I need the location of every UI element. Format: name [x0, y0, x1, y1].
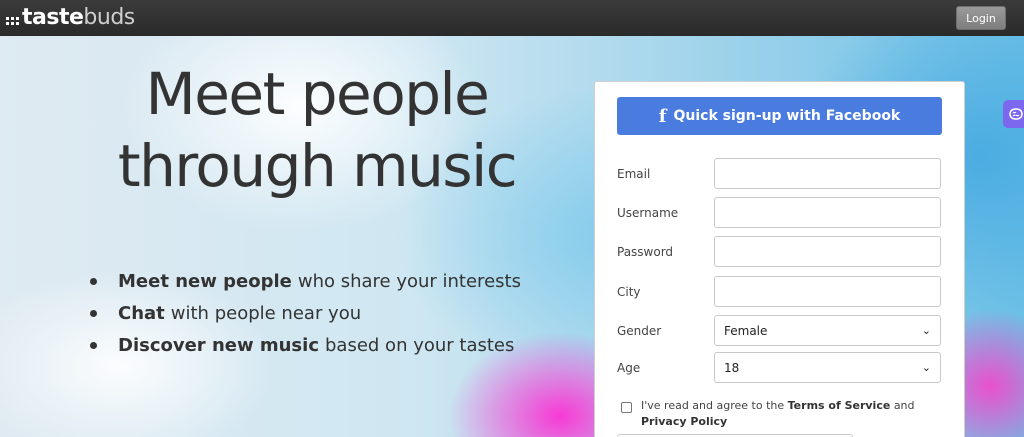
age-label: Age — [617, 360, 641, 375]
city-field[interactable] — [714, 276, 941, 307]
email-field[interactable] — [714, 158, 941, 189]
tastebuds-logo[interactable]: tastebuds — [6, 7, 135, 29]
password-field[interactable] — [714, 236, 941, 267]
hero-headline: Meet people through music — [82, 58, 552, 202]
feature-item: Chat with people near you — [90, 297, 521, 329]
top-navigation-bar: tastebuds Login — [0, 0, 1024, 36]
terms-checkbox[interactable] — [621, 402, 632, 413]
terms-and-text: and — [893, 399, 915, 412]
feature-item: Meet new people who share your interests — [90, 265, 521, 297]
terms-prefix-text: I've read and agree to the — [641, 399, 785, 412]
email-label: Email — [617, 166, 651, 181]
feature-text: based on your tastes — [325, 334, 515, 356]
headline-line-1: Meet people — [145, 60, 490, 128]
feature-text: with people near you — [170, 302, 362, 324]
gender-label: Gender — [617, 323, 662, 338]
bullet-icon — [90, 341, 97, 349]
privacy-policy-link[interactable]: Privacy Policy — [641, 415, 727, 428]
gender-row: Gender Female ⌄ — [617, 315, 942, 346]
side-extension-widget[interactable] — [1003, 100, 1024, 128]
chevron-down-icon: ⌄ — [921, 324, 931, 337]
logo-text-buds: buds — [83, 5, 135, 30]
headline-line-2: through music — [117, 132, 518, 200]
logo-bars-icon — [6, 17, 19, 25]
feature-list: Meet new people who share your interests… — [90, 265, 521, 361]
email-row: Email — [617, 158, 942, 189]
logo-text-taste: taste — [22, 5, 84, 30]
gender-select[interactable]: Female ⌄ — [714, 315, 941, 346]
terms-text: I've read and agree to the Terms of Serv… — [641, 398, 941, 430]
signup-form-panel: f Quick sign-up with Facebook Email User… — [594, 81, 965, 437]
password-row: Password — [617, 236, 942, 267]
bullet-icon — [90, 309, 97, 317]
username-label: Username — [617, 205, 679, 220]
bullet-icon — [90, 277, 97, 285]
feature-text: who share your interests — [297, 270, 521, 292]
terms-of-service-link[interactable]: Terms of Service — [788, 399, 891, 412]
age-select[interactable]: 18 ⌄ — [714, 352, 941, 383]
feature-bold-text: Discover new music — [118, 334, 319, 356]
city-label: City — [617, 284, 641, 299]
facebook-signup-label: Quick sign-up with Facebook — [673, 108, 901, 124]
city-row: City — [617, 276, 942, 307]
terms-agreement: I've read and agree to the Terms of Serv… — [621, 398, 941, 430]
login-button[interactable]: Login — [956, 6, 1006, 30]
username-field[interactable] — [714, 197, 941, 228]
age-row: Age 18 ⌄ — [617, 352, 942, 383]
username-row: Username — [617, 197, 942, 228]
logo-wordmark: tastebuds — [22, 7, 135, 29]
feature-bold-text: Meet new people — [118, 270, 292, 292]
password-label: Password — [617, 244, 674, 259]
feature-bold-text: Chat — [118, 302, 165, 324]
age-selected-value: 18 — [724, 360, 740, 375]
feature-item: Discover new music based on your tastes — [90, 329, 521, 361]
chevron-down-icon: ⌄ — [921, 361, 931, 374]
facebook-icon: f — [658, 105, 667, 127]
gender-selected-value: Female — [724, 323, 768, 338]
brain-icon — [1009, 108, 1023, 120]
facebook-signup-button[interactable]: f Quick sign-up with Facebook — [617, 97, 942, 135]
